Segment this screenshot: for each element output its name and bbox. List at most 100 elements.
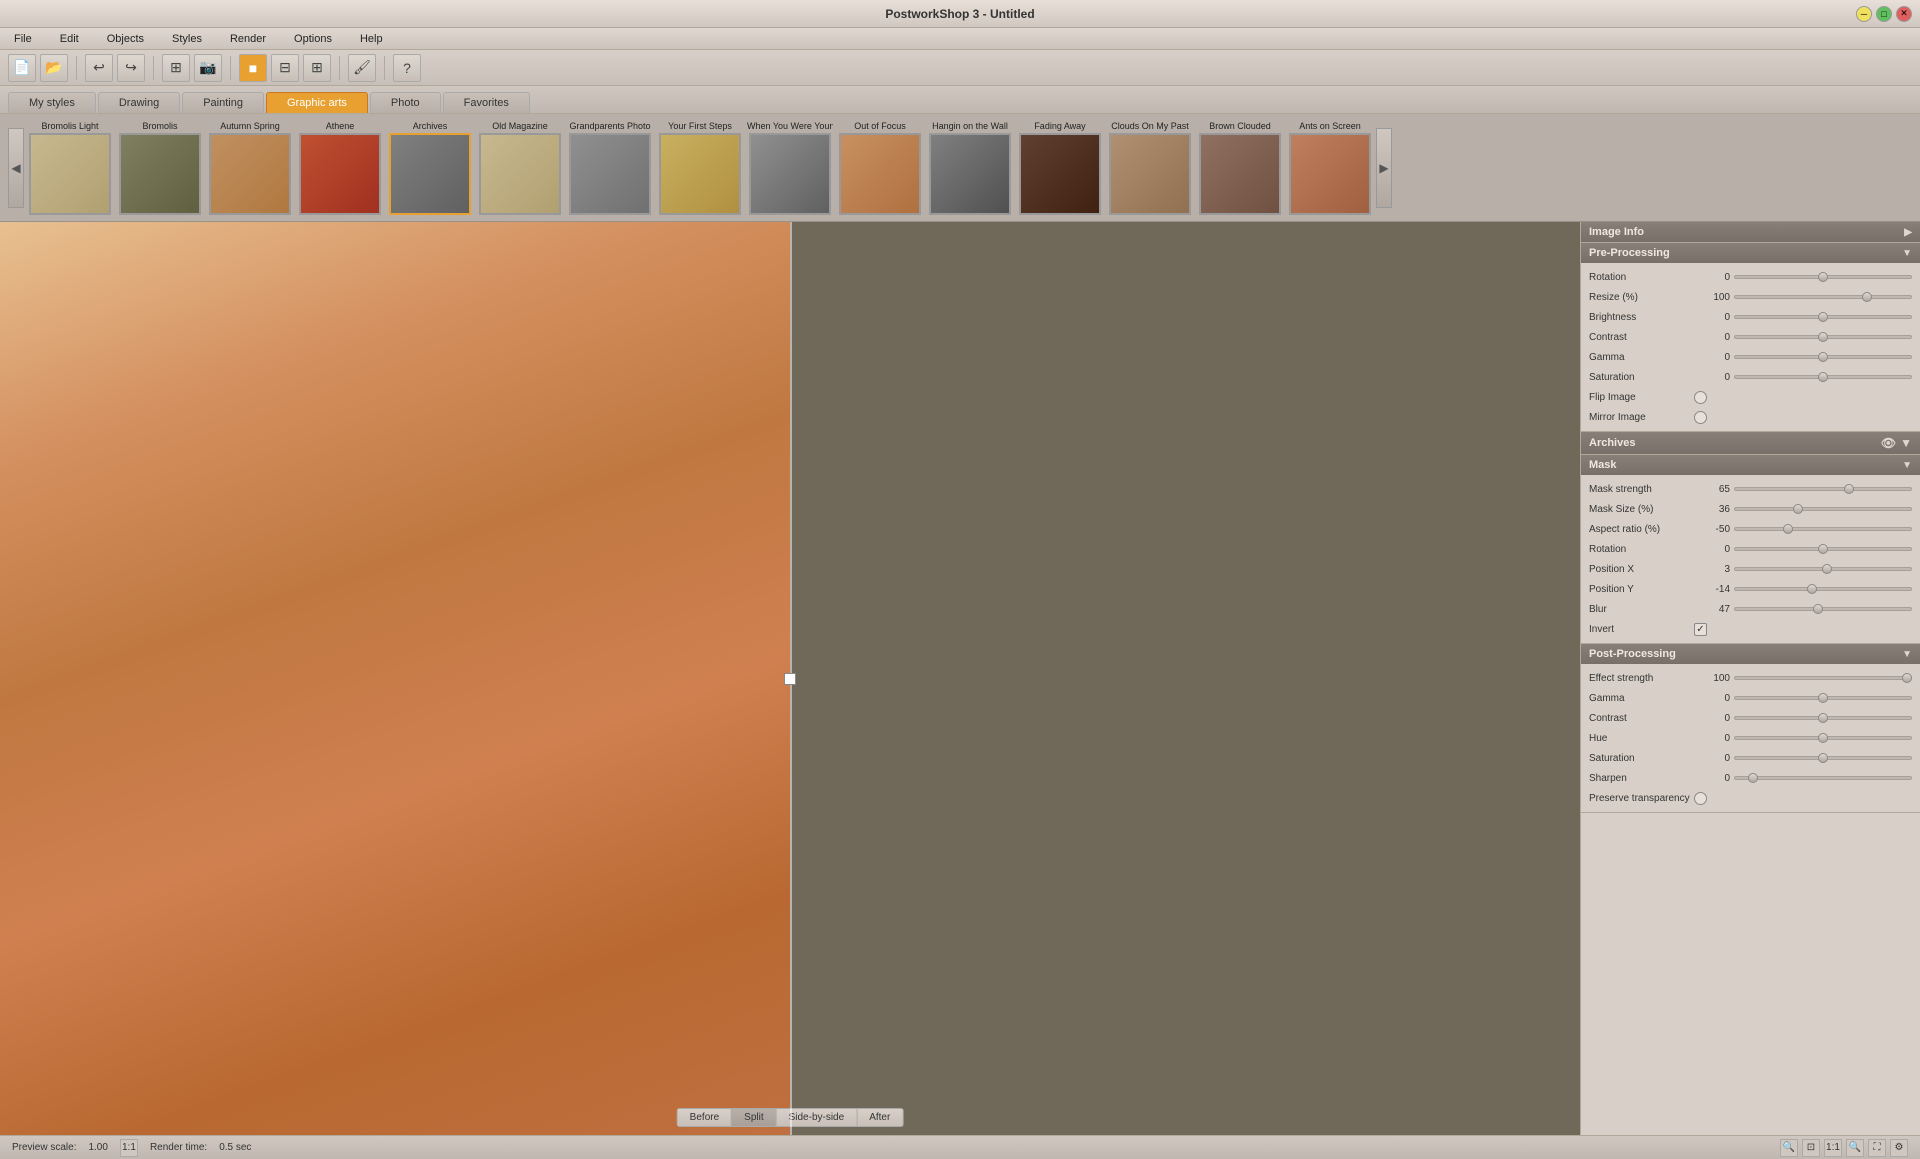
open-button[interactable]: 📂	[40, 54, 68, 82]
view-sidebyside-button[interactable]: Side-by-side	[777, 1109, 858, 1126]
positionx-slider[interactable]	[1734, 567, 1912, 571]
close-button[interactable]: ✕	[1896, 6, 1912, 22]
rotation-slider[interactable]	[1734, 275, 1912, 279]
archives-collapse-icon[interactable]: ▼	[1900, 436, 1912, 450]
style-clouds[interactable]: Clouds On My Past	[1106, 121, 1194, 215]
style-grid-button[interactable]: ⊟	[271, 54, 299, 82]
style-grid2-button[interactable]: ⊞	[303, 54, 331, 82]
pre-processing-header[interactable]: Pre-Processing ▼	[1581, 243, 1920, 263]
menu-options[interactable]: Options	[288, 31, 338, 47]
archives-header[interactable]: Archives 👁 ▼	[1581, 432, 1920, 454]
tab-favorites[interactable]: Favorites	[443, 92, 530, 113]
maskstrength-slider[interactable]	[1734, 487, 1912, 491]
tab-drawing[interactable]: Drawing	[98, 92, 180, 113]
saturation-slider[interactable]	[1734, 375, 1912, 379]
style-fadingaway[interactable]: Fading Away	[1016, 121, 1104, 215]
settings-button[interactable]: ⚙	[1890, 1139, 1908, 1157]
main-tabs: My styles Drawing Painting Graphic arts …	[0, 86, 1920, 114]
mirror-radio[interactable]	[1694, 411, 1707, 424]
zoom-fit-button[interactable]: ⊡	[1802, 1139, 1820, 1157]
new-button[interactable]: 📄	[8, 54, 36, 82]
style-bromolislight[interactable]: Bromolis Light	[26, 121, 114, 215]
tab-mystyles[interactable]: My styles	[8, 92, 96, 113]
post-contrast-slider[interactable]	[1734, 716, 1912, 720]
gamma-slider[interactable]	[1734, 355, 1912, 359]
invert-checkbox[interactable]: ✓	[1694, 623, 1707, 636]
preserve-transparency-radio[interactable]	[1694, 792, 1707, 805]
style-ants[interactable]: Ants on Screen	[1286, 121, 1374, 215]
archives-eye-icon[interactable]: 👁	[1881, 436, 1896, 450]
post-gamma-slider[interactable]	[1734, 696, 1912, 700]
brightness-slider[interactable]	[1734, 315, 1912, 319]
masksize-slider[interactable]	[1734, 507, 1912, 511]
menu-help[interactable]: Help	[354, 31, 389, 47]
effectstrength-slider[interactable]	[1734, 676, 1912, 680]
post-saturation-slider[interactable]	[1734, 756, 1912, 760]
style-bromolis[interactable]: Bromolis	[116, 121, 204, 215]
style-outoffocus[interactable]: Out of Focus	[836, 121, 924, 215]
sharpen-slider[interactable]	[1734, 776, 1912, 780]
minimize-button[interactable]: ─	[1856, 6, 1872, 22]
resize-slider[interactable]	[1734, 295, 1912, 299]
tab-painting[interactable]: Painting	[182, 92, 264, 113]
post-processing-header[interactable]: Post-Processing ▼	[1581, 644, 1920, 664]
style-brownclouded[interactable]: Brown Clouded	[1196, 121, 1284, 215]
zoom-1to1-button[interactable]: 1:1	[120, 1139, 138, 1157]
help-button[interactable]: ?	[393, 54, 421, 82]
menu-objects[interactable]: Objects	[101, 31, 150, 47]
style-orange-button[interactable]: ■	[239, 54, 267, 82]
zoom-fullscreen-button[interactable]: ⛶	[1868, 1139, 1886, 1157]
menubar: File Edit Objects Styles Render Options …	[0, 28, 1920, 50]
toolbar-separator-3	[230, 56, 231, 80]
zoom-100-button[interactable]: 1:1	[1824, 1139, 1842, 1157]
style-autumnspring[interactable]: Autumn Spring	[206, 121, 294, 215]
contrast-slider[interactable]	[1734, 335, 1912, 339]
post-processing-collapse[interactable]: ▼	[1902, 649, 1912, 660]
redo-button[interactable]: ↪	[117, 54, 145, 82]
mask-rotation-slider[interactable]	[1734, 547, 1912, 551]
split-handle[interactable]	[784, 673, 796, 685]
style-athene[interactable]: Athene	[296, 121, 384, 215]
pre-processing-collapse[interactable]: ▼	[1902, 248, 1912, 259]
menu-styles[interactable]: Styles	[166, 31, 208, 47]
style-oldmagazine[interactable]: Old Magazine	[476, 121, 564, 215]
zoom-out-button[interactable]: 🔍	[1780, 1139, 1798, 1157]
zoom-controls: 🔍 ⊡ 1:1 🔍 ⛶ ⚙	[1780, 1139, 1908, 1157]
view-after-button[interactable]: After	[857, 1109, 902, 1126]
select-button[interactable]: ⊞	[162, 54, 190, 82]
strip-prev-button[interactable]: ◀	[8, 128, 24, 208]
render-time-value: 0.5 sec	[219, 1142, 251, 1153]
hue-row: Hue 0	[1581, 728, 1920, 748]
menu-render[interactable]: Render	[224, 31, 272, 47]
style-whenyou[interactable]: When You Were Young	[746, 121, 834, 215]
menu-edit[interactable]: Edit	[54, 31, 85, 47]
positiony-slider[interactable]	[1734, 587, 1912, 591]
app-title: PostworkShop 3 - Untitled	[885, 7, 1034, 21]
undo-button[interactable]: ↩	[85, 54, 113, 82]
brush-button[interactable]: 🖌	[348, 54, 376, 82]
image-info-collapse[interactable]: ▶	[1904, 227, 1912, 238]
style-archives[interactable]: Archives	[386, 121, 474, 215]
strip-next-button[interactable]: ▶	[1376, 128, 1392, 208]
zoom-in-button[interactable]: 🔍	[1846, 1139, 1864, 1157]
style-hangin[interactable]: Hangin on the Wall	[926, 121, 1014, 215]
mask-content: Mask strength 65 Mask Size (%) 36 Aspect…	[1581, 475, 1920, 643]
post-contrast-row: Contrast 0	[1581, 708, 1920, 728]
mask-header[interactable]: Mask ▼	[1581, 455, 1920, 475]
hue-slider[interactable]	[1734, 736, 1912, 740]
style-firststeps[interactable]: Your First Steps	[656, 121, 744, 215]
view-before-button[interactable]: Before	[678, 1109, 732, 1126]
tab-photo[interactable]: Photo	[370, 92, 441, 113]
aspectratio-slider[interactable]	[1734, 527, 1912, 531]
maximize-button[interactable]: □	[1876, 6, 1892, 22]
menu-file[interactable]: File	[8, 31, 38, 47]
flip-radio[interactable]	[1694, 391, 1707, 404]
view-split-button[interactable]: Split	[732, 1109, 776, 1126]
tab-graphicarts[interactable]: Graphic arts	[266, 92, 368, 113]
image-info-header[interactable]: Image Info ▶	[1581, 222, 1920, 242]
mask-collapse[interactable]: ▼	[1902, 460, 1912, 471]
preview-scale-label: Preview scale:	[12, 1142, 76, 1153]
blur-slider[interactable]	[1734, 607, 1912, 611]
camera-button[interactable]: 📷	[194, 54, 222, 82]
style-grandparents[interactable]: Grandparents Photo	[566, 121, 654, 215]
